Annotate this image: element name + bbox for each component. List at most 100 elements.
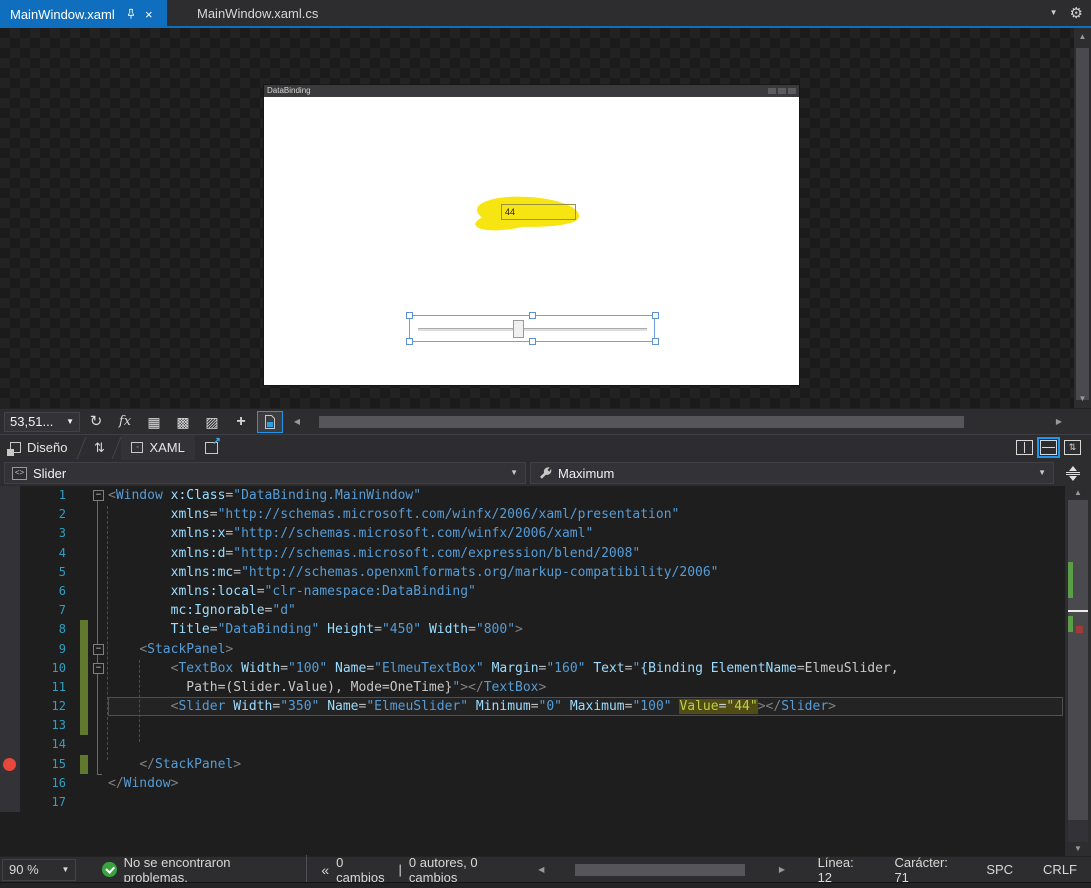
breakpoint-margin[interactable] bbox=[0, 544, 20, 563]
breakpoint-margin[interactable] bbox=[0, 486, 20, 505]
code-lines[interactable]: 1−<Window x:Class="DataBinding.MainWindo… bbox=[0, 486, 1063, 812]
effects-icon[interactable]: fx bbox=[112, 411, 138, 433]
selection-handle[interactable] bbox=[406, 338, 413, 345]
window-preview[interactable]: DataBinding 44 bbox=[263, 84, 800, 386]
tab-mainwindow-xaml-cs[interactable]: MainWindow.xaml.cs bbox=[187, 0, 334, 26]
code-line[interactable]: 11 Path=(Slider.Value), Mode=OneTime}"><… bbox=[0, 678, 1063, 697]
snaplines-icon[interactable]: + bbox=[228, 411, 254, 433]
hscroll-right-icon[interactable]: ▶ bbox=[776, 865, 787, 874]
editor-horizontal-scrollbar[interactable] bbox=[559, 859, 776, 881]
code-line[interactable]: 1−<Window x:Class="DataBinding.MainWindo… bbox=[0, 486, 1063, 505]
code-text[interactable] bbox=[108, 793, 1063, 812]
swap-panes-icon[interactable]: ⇅ bbox=[86, 435, 112, 461]
code-text[interactable]: xmlns:mc="http://schemas.openxmlformats.… bbox=[108, 563, 1063, 582]
refresh-icon[interactable]: ↻ bbox=[83, 411, 109, 433]
code-text[interactable] bbox=[108, 716, 1063, 735]
tab-xaml-view[interactable]: ◦ XAML bbox=[121, 435, 194, 461]
document-health-indicator[interactable]: No se encontraron problemas. bbox=[102, 855, 288, 885]
code-line[interactable]: 13 bbox=[0, 716, 1063, 735]
code-line[interactable]: 16</Window> bbox=[0, 774, 1063, 793]
scrollbar-thumb[interactable] bbox=[575, 864, 745, 876]
fold-collapse-icon[interactable]: − bbox=[93, 644, 104, 655]
code-text[interactable]: mc:Ignorable="d" bbox=[108, 601, 1063, 620]
hscroll-left-icon[interactable]: ◀ bbox=[291, 417, 303, 426]
column-indicator[interactable]: Carácter: 71 bbox=[894, 855, 956, 885]
scrollbar-thumb[interactable] bbox=[319, 416, 964, 428]
breakpoint-margin[interactable] bbox=[0, 601, 20, 620]
editor-zoom-select[interactable]: 90 % ▼ bbox=[2, 859, 76, 881]
property-selector-combo[interactable]: Maximum ▼ bbox=[530, 462, 1054, 484]
fold-margin[interactable]: − bbox=[92, 640, 108, 659]
code-line[interactable]: 4 xmlns:d="http://schemas.microsoft.com/… bbox=[0, 544, 1063, 563]
slider-selection[interactable] bbox=[409, 315, 655, 342]
fold-collapse-icon[interactable]: − bbox=[93, 663, 104, 674]
xaml-code-editor[interactable]: 1−<Window x:Class="DataBinding.MainWindo… bbox=[0, 486, 1091, 856]
gear-icon[interactable]: ⚙ bbox=[1070, 6, 1083, 21]
hscroll-right-icon[interactable]: ▶ bbox=[1053, 417, 1065, 426]
snap-to-grid-icon[interactable]: ▩ bbox=[170, 411, 196, 433]
breakpoint-margin[interactable] bbox=[0, 716, 20, 735]
breakpoint-margin[interactable] bbox=[0, 793, 20, 812]
breakpoint-margin[interactable] bbox=[0, 505, 20, 524]
xaml-designer-surface[interactable]: DataBinding 44 ▲ bbox=[0, 28, 1091, 408]
breakpoint-margin[interactable] bbox=[0, 774, 20, 793]
spaces-indicator[interactable]: SPC bbox=[986, 862, 1013, 877]
scrollbar-thumb[interactable] bbox=[1068, 500, 1088, 820]
show-grid-icon[interactable]: ▦ bbox=[141, 411, 167, 433]
breakpoint-margin[interactable] bbox=[0, 678, 20, 697]
scrollbar-thumb[interactable] bbox=[1076, 48, 1089, 400]
code-line[interactable]: 7 mc:Ignorable="d" bbox=[0, 601, 1063, 620]
breakpoint-margin[interactable] bbox=[0, 697, 20, 716]
code-text[interactable]: Path=(Slider.Value), Mode=OneTime}"></Te… bbox=[108, 678, 1063, 697]
preview-textbox[interactable]: 44 bbox=[501, 204, 576, 220]
fold-margin[interactable]: − bbox=[92, 659, 108, 678]
code-text[interactable]: Title="DataBinding" Height="450" Width="… bbox=[108, 620, 1063, 639]
breakpoint-margin[interactable] bbox=[0, 659, 20, 678]
breakpoint-margin[interactable] bbox=[0, 620, 20, 639]
element-selector-combo[interactable]: <> Slider ▼ bbox=[4, 462, 526, 484]
scroll-down-icon[interactable]: ▼ bbox=[1074, 392, 1091, 406]
breakpoint-margin[interactable] bbox=[0, 640, 20, 659]
selection-handle[interactable] bbox=[529, 338, 536, 345]
breakpoint-margin[interactable] bbox=[0, 524, 20, 543]
breakpoint-icon[interactable] bbox=[3, 758, 16, 771]
scroll-up-icon[interactable]: ▲ bbox=[1068, 486, 1088, 500]
code-text[interactable]: xmlns:d="http://schemas.microsoft.com/ex… bbox=[108, 544, 1063, 563]
pin-icon[interactable] bbox=[123, 6, 139, 22]
breakpoint-margin[interactable] bbox=[0, 563, 20, 582]
toggle-artboard-background-icon[interactable]: ▨ bbox=[199, 411, 225, 433]
selection-handle[interactable] bbox=[406, 312, 413, 319]
splitter-grip-icon[interactable] bbox=[1059, 461, 1087, 485]
breakpoint-margin[interactable] bbox=[0, 755, 20, 774]
tab-list-chevron-icon[interactable]: ▼ bbox=[1050, 9, 1058, 17]
line-indicator[interactable]: Línea: 12 bbox=[818, 855, 865, 885]
code-line[interactable]: 3 xmlns:x="http://schemas.microsoft.com/… bbox=[0, 524, 1063, 543]
preview-slider-thumb[interactable] bbox=[513, 320, 524, 338]
tab-design-view[interactable]: Diseño bbox=[0, 435, 77, 461]
designer-horizontal-scrollbar[interactable] bbox=[305, 411, 1051, 433]
breakpoint-margin[interactable] bbox=[0, 735, 20, 754]
code-line[interactable]: 10− <TextBox Width="100" Name="ElmeuText… bbox=[0, 659, 1063, 678]
selection-handle[interactable] bbox=[652, 312, 659, 319]
close-icon[interactable]: × bbox=[141, 6, 157, 22]
code-text[interactable]: <TextBox Width="100" Name="ElmeuTextBox"… bbox=[108, 659, 1063, 678]
code-line[interactable]: 9− <StackPanel> bbox=[0, 640, 1063, 659]
code-line[interactable]: 5 xmlns:mc="http://schemas.openxmlformat… bbox=[0, 563, 1063, 582]
designer-zoom-select[interactable]: 53,51... ▼ bbox=[4, 412, 80, 432]
disable-project-code-icon[interactable] bbox=[257, 411, 283, 433]
code-line[interactable]: 15 </StackPanel> bbox=[0, 755, 1063, 774]
codelens-changes[interactable]: « 0 cambios | 0 autores, 0 cambios bbox=[306, 855, 521, 885]
code-text[interactable]: </Window> bbox=[108, 774, 1063, 793]
selection-handle[interactable] bbox=[652, 338, 659, 345]
code-text[interactable]: <Window x:Class="DataBinding.MainWindow" bbox=[108, 486, 1063, 505]
editor-vertical-scrollbar[interactable]: ▲ ▼ bbox=[1065, 486, 1091, 856]
scroll-up-icon[interactable]: ▲ bbox=[1074, 30, 1091, 44]
code-line[interactable]: 6 xmlns:local="clr-namespace:DataBinding… bbox=[0, 582, 1063, 601]
fold-margin[interactable]: − bbox=[92, 486, 108, 505]
popout-pane-icon[interactable] bbox=[205, 442, 218, 454]
code-text[interactable]: xmlns:local="clr-namespace:DataBinding" bbox=[108, 582, 1063, 601]
hscroll-left-icon[interactable]: ◀ bbox=[536, 865, 547, 874]
selection-handle[interactable] bbox=[529, 312, 536, 319]
code-line[interactable]: 8 Title="DataBinding" Height="450" Width… bbox=[0, 620, 1063, 639]
code-line[interactable]: 12 <Slider Width="350" Name="ElmeuSlider… bbox=[0, 697, 1063, 716]
